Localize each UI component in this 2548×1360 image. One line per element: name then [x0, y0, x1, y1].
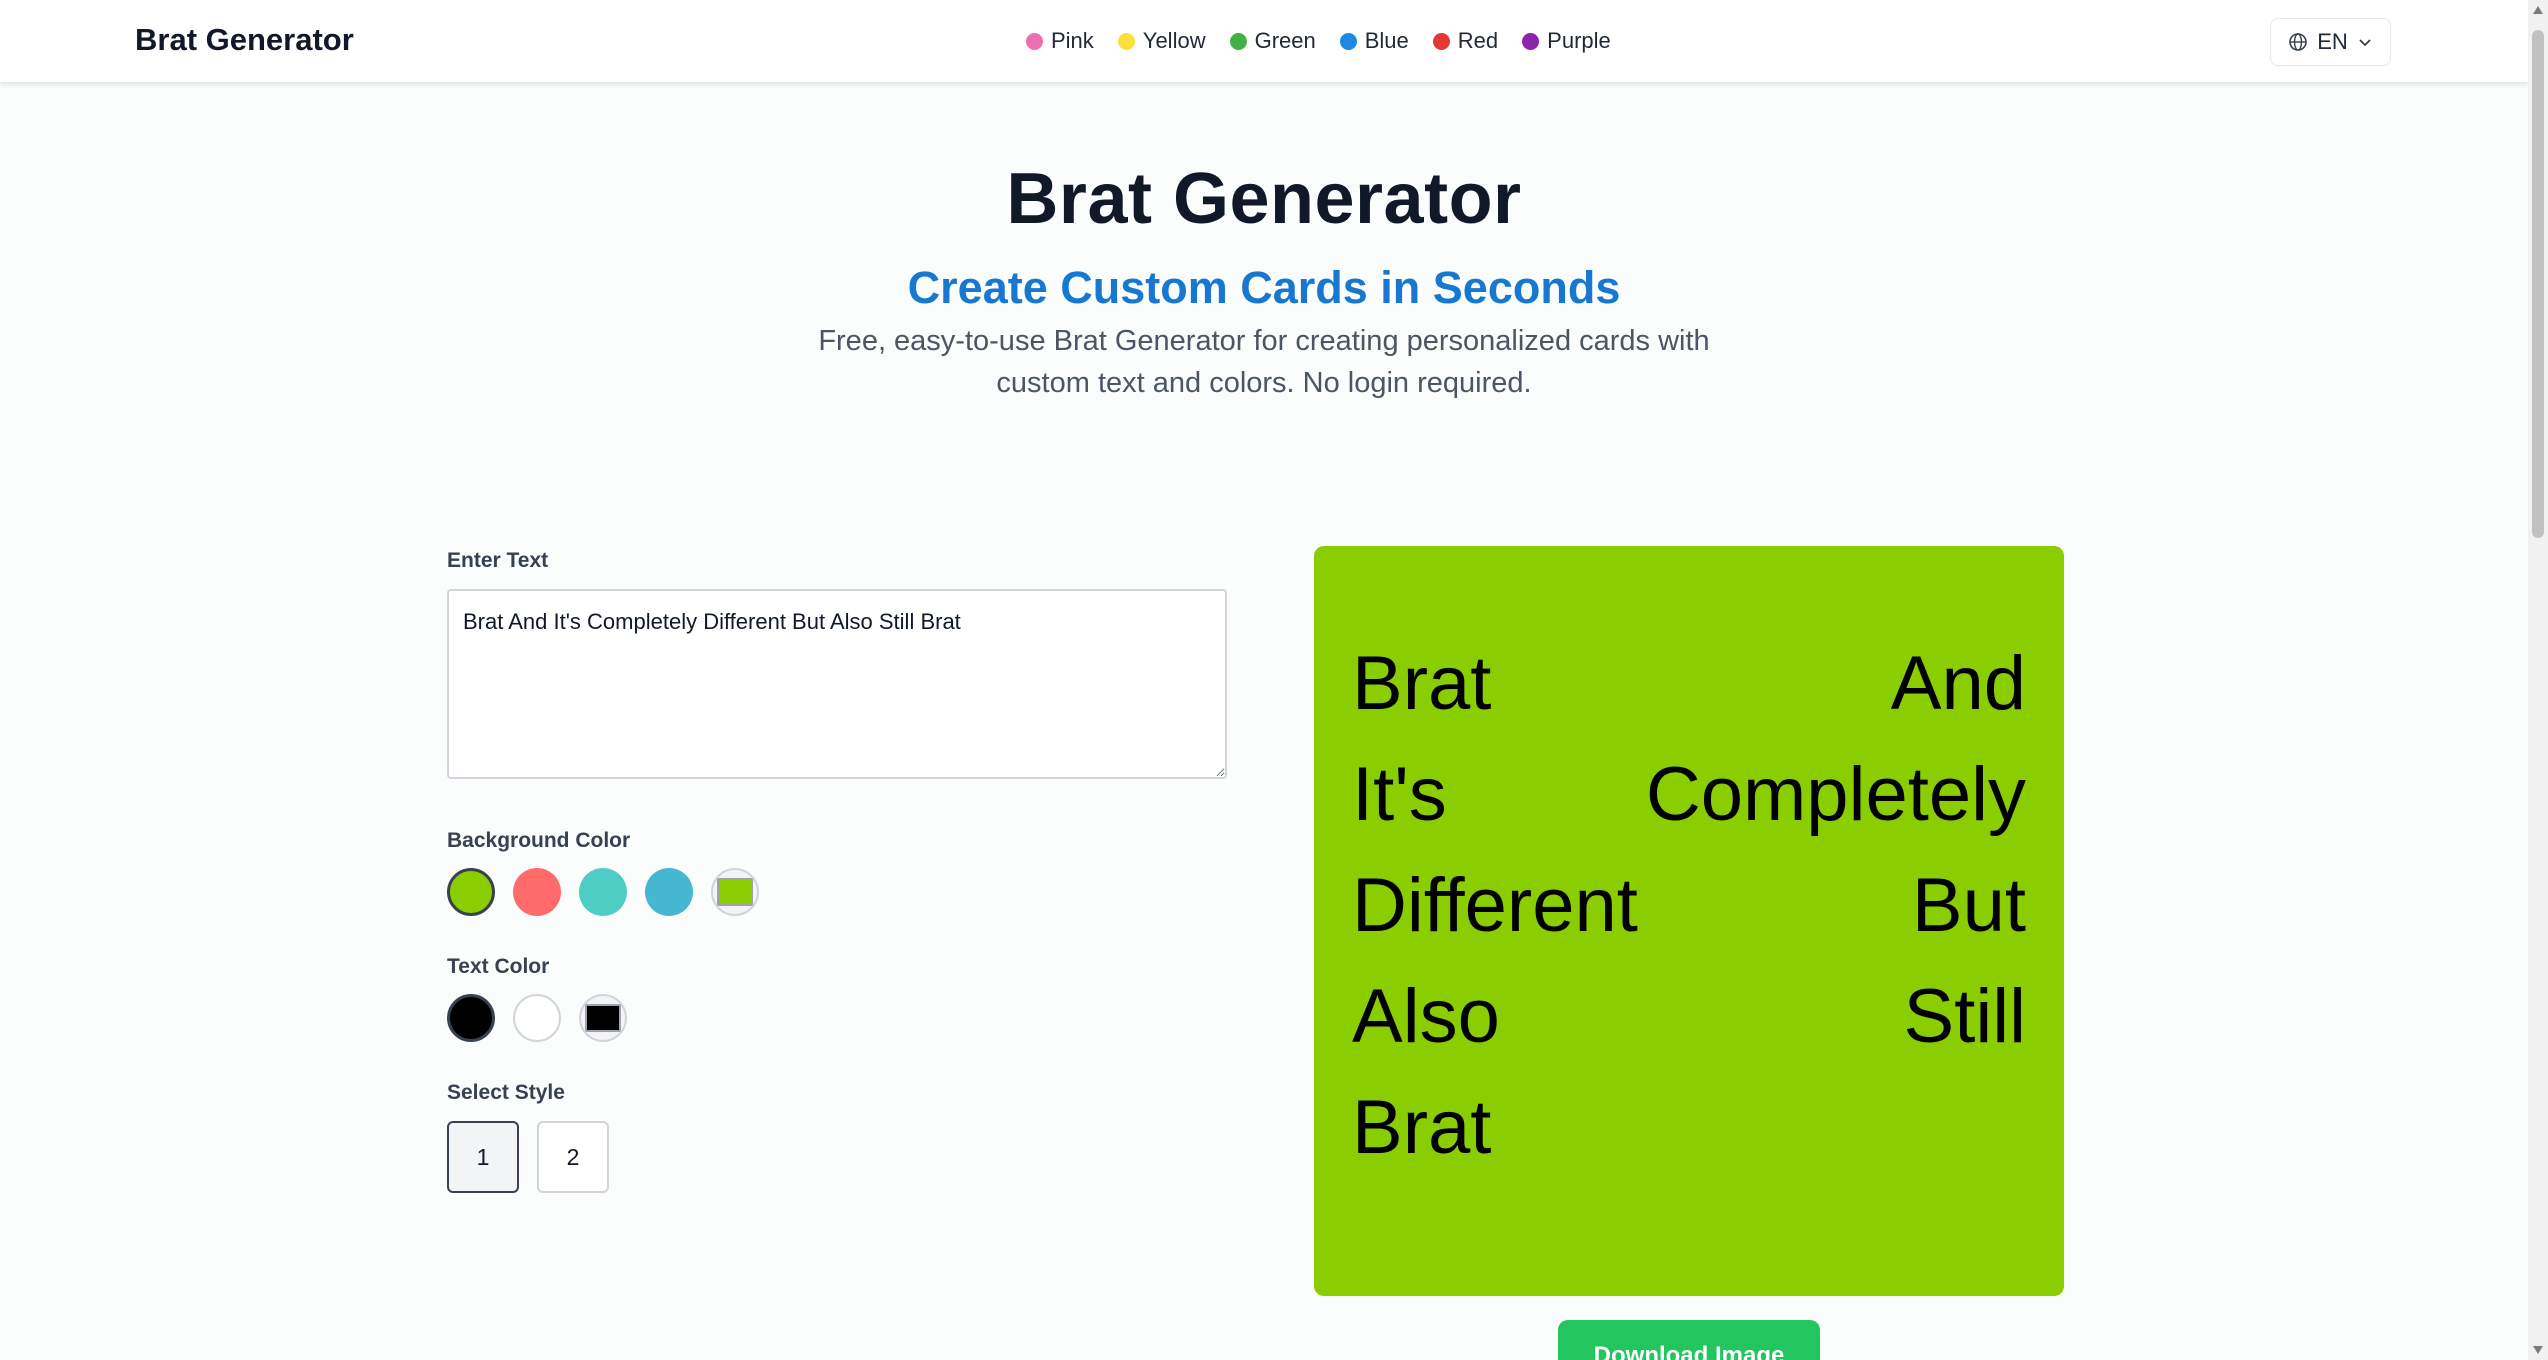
- color-picker-icon: [717, 878, 753, 906]
- preview-word: Different: [1352, 863, 1638, 948]
- preview-word: Also: [1352, 974, 1500, 1059]
- background-swatch-green[interactable]: [447, 868, 495, 916]
- background-swatch-teal[interactable]: [579, 868, 627, 916]
- nav-link-yellow[interactable]: Yellow: [1117, 28, 1206, 54]
- nav-link-label: Blue: [1364, 28, 1409, 53]
- scroll-down-arrow-icon[interactable]: [2528, 1340, 2548, 1360]
- nav-link-pink[interactable]: Pink: [1026, 28, 1094, 54]
- preview-word: Still: [1903, 974, 2026, 1059]
- preview-word: And: [1890, 641, 2026, 726]
- page-title: Brat Generator: [1006, 159, 1522, 239]
- top-navigation-bar: Brat Generator Pink Yellow Green Blue Re…: [0, 0, 2528, 83]
- preview-line: Also Still: [1352, 961, 2026, 1072]
- style-options: 1 2: [447, 1121, 609, 1193]
- card-preview: Brat And It's Completely Different But A…: [1314, 546, 2064, 1296]
- nav-link-purple[interactable]: Purple: [1522, 28, 1611, 54]
- background-color-options: [447, 868, 759, 916]
- preview-line: Brat And: [1352, 628, 2026, 739]
- chevron-down-icon: [2359, 39, 2371, 47]
- yellow-dot-icon: [1117, 32, 1135, 50]
- language-selector[interactable]: EN: [2270, 18, 2391, 66]
- text-color-picker[interactable]: [579, 994, 627, 1042]
- scroll-up-arrow-icon[interactable]: [2528, 0, 2548, 20]
- preview-line: Different But: [1352, 850, 2026, 961]
- text-color-label: Text Color: [447, 955, 550, 978]
- download-image-button[interactable]: Download Image: [1558, 1320, 1820, 1360]
- brand-logo[interactable]: Brat Generator: [135, 22, 354, 58]
- page-scrollbar[interactable]: [2528, 0, 2548, 1360]
- background-swatch-coral[interactable]: [513, 868, 561, 916]
- style-button-2[interactable]: 2: [537, 1121, 609, 1193]
- color-picker-icon: [585, 1004, 621, 1032]
- text-swatch-black[interactable]: [447, 994, 495, 1042]
- preview-word: But: [1911, 863, 2026, 948]
- language-label: EN: [2317, 29, 2348, 54]
- preview-line: Brat: [1352, 1072, 2026, 1183]
- nav-link-label: Purple: [1547, 28, 1611, 53]
- page-subtitle: Create Custom Cards in Seconds: [907, 262, 1621, 313]
- red-dot-icon: [1432, 32, 1450, 50]
- nav-link-red[interactable]: Red: [1432, 28, 1499, 54]
- text-color-options: [447, 994, 627, 1042]
- preview-line: It's Completely: [1352, 739, 2026, 850]
- nav-link-label: Red: [1457, 28, 1499, 53]
- page-description: Free, easy-to-use Brat Generator for cre…: [818, 325, 1710, 399]
- pink-dot-icon: [1026, 32, 1043, 50]
- nav-link-green[interactable]: Green: [1229, 28, 1316, 54]
- background-swatch-blue[interactable]: [645, 868, 693, 916]
- preview-word: Brat: [1352, 641, 1492, 726]
- globe-icon: [2289, 33, 2308, 51]
- preview-word: Brat: [1352, 1085, 1492, 1170]
- style-button-1[interactable]: 1: [447, 1121, 519, 1193]
- nav-link-label: Green: [1254, 28, 1316, 53]
- select-style-label: Select Style: [447, 1081, 565, 1104]
- card-text-input[interactable]: [447, 589, 1227, 779]
- color-navigation: Pink Yellow Green Blue Red Purple: [1026, 28, 1611, 54]
- preview-word: Completely: [1645, 752, 2026, 837]
- nav-link-label: Yellow: [1142, 28, 1206, 53]
- nav-link-blue[interactable]: Blue: [1339, 28, 1409, 54]
- background-color-picker[interactable]: [711, 868, 759, 916]
- enter-text-label: Enter Text: [447, 549, 549, 572]
- preview-word: It's: [1352, 752, 1447, 837]
- green-dot-icon: [1229, 32, 1247, 50]
- purple-dot-icon: [1522, 32, 1540, 50]
- nav-link-label: Pink: [1051, 28, 1094, 53]
- background-color-label: Background Color: [447, 829, 631, 852]
- text-swatch-white[interactable]: [513, 994, 561, 1042]
- scrollbar-thumb[interactable]: [2532, 30, 2544, 538]
- blue-dot-icon: [1339, 32, 1357, 50]
